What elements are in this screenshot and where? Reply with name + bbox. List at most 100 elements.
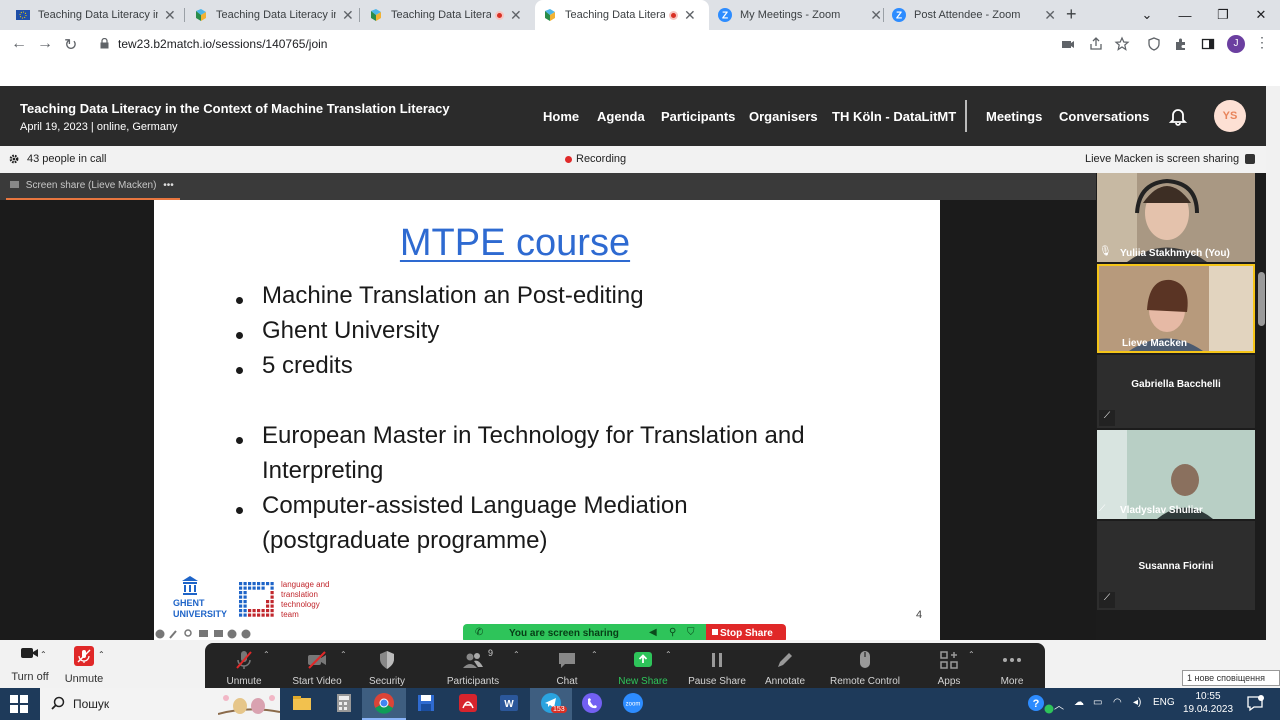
close-icon[interactable]: ✕ [1044, 7, 1056, 24]
window-close-icon[interactable]: ✕ [1242, 0, 1280, 30]
extensions-puzzle-icon[interactable] [1173, 36, 1189, 52]
nav-organisers[interactable]: Organisers [749, 109, 818, 124]
forward-icon[interactable]: → [37, 35, 53, 53]
calculator-icon[interactable] [333, 692, 355, 714]
maximize-icon[interactable]: ❐ [1204, 0, 1242, 30]
annotate-button[interactable]: Annotate [745, 649, 825, 687]
tray-chevron-icon[interactable]: ︿ [1054, 697, 1064, 712]
lt3-logo-dot [248, 609, 252, 613]
speaker-icon[interactable]: ◀ [649, 627, 657, 638]
browser-tab-6[interactable]: Z Post Attendee - Zoom ✕ [884, 0, 1056, 30]
browser-profile-avatar[interactable]: J [1227, 35, 1245, 53]
more-button[interactable]: More [972, 649, 1052, 687]
lt3-logo-dot [257, 613, 261, 617]
word-icon[interactable]: W [498, 692, 520, 714]
zoom-app-icon[interactable]: zoom [622, 692, 644, 714]
save-disk-icon[interactable] [415, 692, 437, 714]
nav-th-koln[interactable]: TH Köln - DataLitMT [832, 109, 956, 124]
chevron-up-icon[interactable]: ⌃ [98, 650, 105, 659]
chevron-up-icon[interactable]: ⌃ [340, 650, 347, 659]
camera-in-use-icon[interactable] [1060, 36, 1076, 52]
participant-tile-video[interactable]: 🎙 Yuliia Stakhmych (You) [1097, 173, 1255, 262]
nav-conversations[interactable]: Conversations [1059, 109, 1149, 124]
chevron-up-icon[interactable]: ⌃ [263, 650, 270, 659]
lt3-logo-dot [270, 609, 274, 613]
participants-button[interactable]: Participants [433, 649, 513, 687]
bell-icon[interactable] [1168, 106, 1188, 126]
b2match-icon [545, 9, 555, 21]
svg-text:Z: Z [896, 11, 902, 22]
close-icon[interactable]: ✕ [342, 7, 354, 24]
close-icon[interactable]: ✕ [164, 7, 176, 24]
browser-menu-icon[interactable]: ⋮ [1255, 34, 1271, 50]
taskbar-clock[interactable]: 10:55 19.04.2023 [1182, 690, 1234, 716]
nav-meetings[interactable]: Meetings [986, 109, 1042, 124]
tab-title: Teaching Data Literacy [391, 9, 491, 21]
slide-annotation-tools[interactable] [154, 628, 254, 640]
action-center-icon[interactable] [1246, 694, 1264, 712]
chevron-up-icon[interactable]: ⌃ [665, 650, 672, 659]
recording-status: Recording [576, 153, 627, 165]
minimize-icon[interactable]: — [1166, 0, 1204, 30]
bookmark-star-icon[interactable] [1114, 36, 1130, 52]
mic-muted-icon[interactable]: ⚲ [669, 627, 676, 638]
chevron-up-icon[interactable]: ⌃ [591, 650, 598, 659]
windows-start-icon[interactable] [10, 695, 28, 713]
browser-tab-5[interactable]: Z My Meetings - Zoom ✕ [710, 0, 882, 30]
side-panel-icon[interactable] [1200, 36, 1216, 52]
address-bar-url[interactable]: tew23.b2match.io/sessions/140765/join [118, 37, 327, 51]
nav-agenda[interactable]: Agenda [597, 109, 645, 124]
gear-icon[interactable] [8, 153, 20, 165]
nav-home[interactable]: Home [543, 109, 579, 124]
notification-toast[interactable]: 1 нове сповіщення [1182, 670, 1280, 686]
close-icon[interactable]: ✕ [510, 7, 522, 24]
close-icon[interactable]: ✕ [684, 7, 696, 24]
browser-tab-2[interactable]: Teaching Data Literacy in th ✕ [186, 0, 358, 30]
new-tab-icon[interactable]: + [1066, 4, 1077, 25]
participant-name: Gabriella Bacchelli [1131, 379, 1221, 390]
reload-icon[interactable]: ↻ [64, 35, 77, 55]
battery-icon[interactable]: ▭ [1093, 697, 1102, 708]
share-page-icon[interactable] [1088, 36, 1104, 52]
wifi-icon[interactable]: ◠ [1113, 697, 1122, 708]
zoom-icon: Z [718, 8, 732, 22]
participants-scrollbar-thumb[interactable] [1258, 272, 1265, 326]
participant-tile-video[interactable]: ⟋ Vladyslav Shuliar [1097, 430, 1255, 519]
remote-control-button[interactable]: Remote Control [825, 649, 905, 687]
browser-tab-1[interactable]: Teaching Data Literacy in th ✕ [8, 0, 183, 30]
more-options-icon[interactable]: ••• [163, 180, 174, 191]
lt3-logo-dot [257, 586, 261, 590]
shield-extension-icon[interactable] [1146, 36, 1162, 52]
chevron-up-icon[interactable]: ⌃ [40, 650, 47, 659]
screen-share-tab[interactable]: Screen share (Lieve Macken) ••• [6, 173, 180, 200]
participant-name: Susanna Fiorini [1138, 561, 1214, 572]
browser-tab-strip: Teaching Data Literacy in th ✕ Teaching … [0, 0, 1280, 30]
page-scrollbar[interactable] [1266, 86, 1280, 642]
chevron-up-icon[interactable]: ⌃ [513, 650, 520, 659]
security-button[interactable]: Security [347, 649, 427, 687]
language-indicator[interactable]: ENG [1153, 697, 1175, 708]
lock-icon[interactable] [100, 38, 109, 49]
close-icon[interactable]: ✕ [870, 7, 882, 24]
acrobat-icon[interactable] [457, 692, 479, 714]
help-icon[interactable]: ? [1027, 694, 1045, 712]
browser-tab-3[interactable]: Teaching Data Literacy ✕ [361, 0, 533, 30]
user-avatar[interactable]: YS [1214, 100, 1246, 132]
participant-tile-active-speaker[interactable]: Lieve Macken [1097, 264, 1255, 353]
viber-icon[interactable] [581, 692, 603, 714]
shield-icon[interactable]: ⛉ [687, 627, 695, 638]
tab-search-icon[interactable]: ⌄ [1128, 0, 1166, 30]
unmute-button[interactable]: Unmute [204, 649, 284, 687]
participant-tile-no-video[interactable]: Susanna Fiorini ⟋ [1097, 521, 1255, 610]
turn-off-camera-button[interactable]: Turn off [5, 646, 55, 683]
shield-icon [380, 651, 394, 669]
nav-participants[interactable]: Participants [661, 109, 735, 124]
participant-tile-no-video[interactable]: Gabriella Bacchelli ⟋ [1097, 355, 1255, 428]
back-icon[interactable]: ← [11, 35, 27, 53]
phone-icon: ✆ [475, 627, 484, 638]
lt3-logo-text: language and translation technology team [281, 580, 330, 620]
task-view-icon[interactable] [291, 692, 313, 714]
volume-icon[interactable]: ◂) [1133, 697, 1141, 708]
cloud-icon[interactable]: ☁ [1074, 697, 1084, 708]
browser-tab-4-active[interactable]: Teaching Data Literacy ✕ [535, 0, 709, 30]
